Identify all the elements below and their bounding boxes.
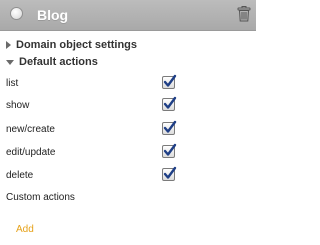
checkbox-show[interactable] [162,96,177,111]
checkmark-icon [163,143,177,156]
checkbox-delete[interactable] [162,166,177,181]
checkmark-icon [163,120,177,133]
section-domain-object-settings[interactable]: Domain object settings [6,38,137,52]
radio-circle-icon[interactable] [10,7,23,20]
add-link[interactable]: Add [16,224,34,236]
section-label: Domain object settings [16,39,138,51]
checkbox-list[interactable] [162,74,177,89]
checkmark-icon [163,74,177,87]
action-label-delete: delete [6,170,34,181]
checkbox-edit-update[interactable] [162,143,177,158]
triangle-right-icon [6,41,11,50]
section-label: Default actions [19,56,98,68]
action-label-list: list [6,78,19,89]
panel-title: Blog [37,7,69,23]
checkbox-new-create[interactable] [162,120,177,135]
action-label-show: show [6,100,30,111]
action-label-edit-update: edit/update [6,147,56,158]
checkmark-icon [163,166,177,179]
action-label-new-create: new/create [6,124,55,135]
section-default-actions[interactable]: Default actions [6,55,98,69]
blog-panel: Blog Domain object settings Default acti… [0,0,256,245]
triangle-down-icon [6,59,14,65]
checkmark-icon [163,96,177,109]
custom-actions-label: Custom actions [6,192,75,203]
trash-icon[interactable] [237,6,251,22]
panel-header: Blog [0,0,256,31]
